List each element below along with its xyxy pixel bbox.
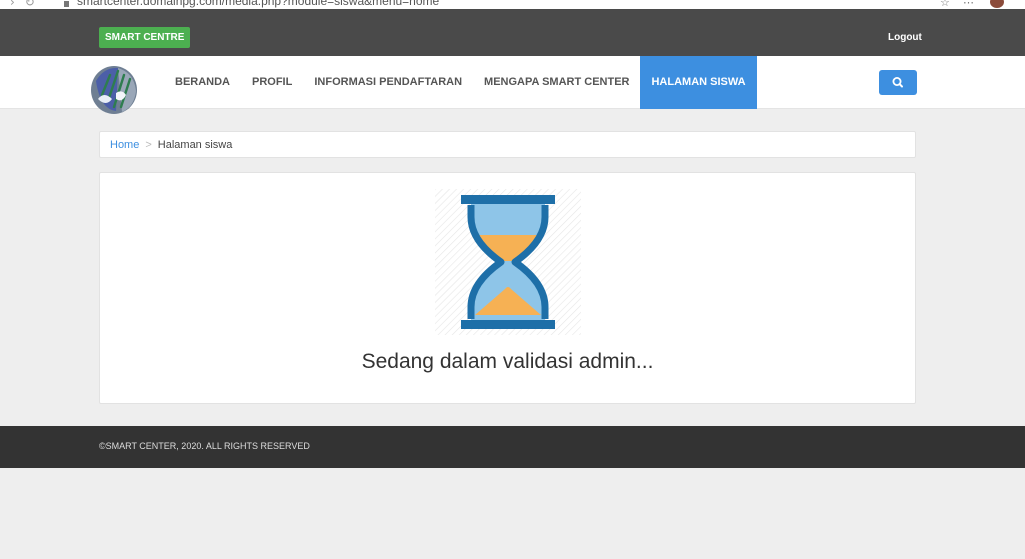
search-button[interactable] [879,70,917,95]
breadcrumb-separator: > [145,139,152,151]
nav-item-beranda[interactable]: BERANDA [164,56,241,109]
site-logo[interactable] [88,63,140,115]
nav-item-informasi-pendaftaran[interactable]: INFORMASI PENDAFTARAN [303,56,473,109]
nav-menu: BERANDA PROFIL INFORMASI PENDAFTARAN MEN… [164,56,757,109]
browser-back-reload-icons[interactable]: ›↻ [10,0,45,9]
address-bar[interactable]: smartcenter.domainpg.com/media.php?modul… [77,0,439,8]
status-card: Sedang dalam validasi admin... [99,172,916,404]
breadcrumb: Home > Halaman siswa [99,131,916,158]
extension-icon[interactable]: ⋯ [963,0,974,9]
brand-button[interactable]: SMART CENTRE [99,27,191,48]
validation-status-text: Sedang dalam validasi admin... [361,350,654,373]
lock-icon [64,1,69,7]
logout-link[interactable]: Logout [888,32,922,43]
hourglass-icon [435,189,581,335]
nav-item-halaman-siswa[interactable]: HALAMAN SISWA [640,56,757,109]
footer: ©SMART CENTER, 2020. ALL RIGHTS RESERVED [0,426,1025,468]
breadcrumb-current: Halaman siswa [157,139,233,151]
search-icon [892,77,903,88]
main-navbar: BERANDA PROFIL INFORMASI PENDAFTARAN MEN… [0,56,1025,114]
nav-item-mengapa-smart-center[interactable]: MENGAPA SMART CENTER [473,56,640,109]
browser-chrome: ›↻ smartcenter.domainpg.com/media.php?mo… [0,0,1025,9]
nav-item-profil[interactable]: PROFIL [241,56,303,109]
profile-avatar[interactable] [990,0,1004,8]
copyright-text: ©SMART CENTER, 2020. ALL RIGHTS RESERVED [99,441,310,451]
breadcrumb-home-link[interactable]: Home [110,139,139,151]
top-bar: SMART CENTRE Logout [0,9,1025,56]
bookmark-star-icon[interactable]: ☆ [940,0,950,9]
